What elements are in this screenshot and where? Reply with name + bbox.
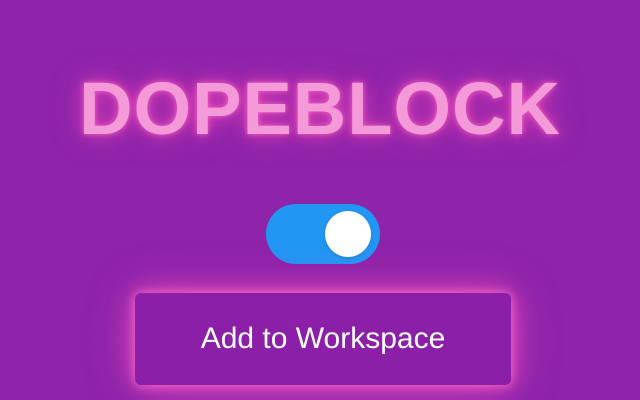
toggle-knob[interactable] (325, 211, 371, 257)
extension-banner: DOPEBLOCK Add to Workspace (0, 0, 640, 400)
app-title: DOPEBLOCK (79, 67, 561, 150)
enable-toggle[interactable] (266, 204, 380, 264)
add-to-workspace-button[interactable]: Add to Workspace (135, 293, 511, 385)
